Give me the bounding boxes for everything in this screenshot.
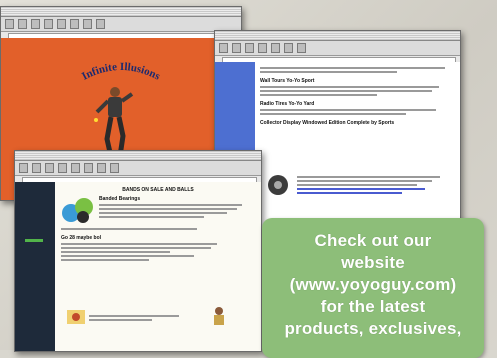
find-button[interactable] xyxy=(297,43,306,53)
stop-button[interactable] xyxy=(110,163,119,173)
article-body: BANDS ON SALE AND BALLS Banded Bearings … xyxy=(55,182,261,351)
section-heading: Banded Bearings xyxy=(99,196,141,202)
home-button[interactable] xyxy=(258,43,267,53)
sidebar-nav-link[interactable] xyxy=(25,239,43,242)
section-heading: Go 28 maybe bol xyxy=(61,235,102,241)
section-heading: Radio Tires Yo-Yo Yard xyxy=(260,101,315,107)
browser-toolbar xyxy=(15,161,261,176)
callout-line: products, exclusives, xyxy=(284,319,462,338)
back-button[interactable] xyxy=(5,19,14,29)
forward-button[interactable] xyxy=(32,163,41,173)
callout-line: (www.yoyoguy.com) xyxy=(289,275,457,294)
print-button[interactable] xyxy=(284,43,293,53)
page-heading: BANDS ON SALE AND BALLS xyxy=(122,187,194,193)
window-titlebar[interactable] xyxy=(1,7,241,17)
person-figure-photo xyxy=(214,307,224,325)
home-button[interactable] xyxy=(44,19,53,29)
reload-button[interactable] xyxy=(45,163,54,173)
website-callout-box: Check out our website (www.yoyoguy.com) … xyxy=(262,218,484,358)
section-heading: Collector Display Windowed Edition Compl… xyxy=(260,120,395,126)
callout-line: for the latest xyxy=(320,297,426,316)
svg-text:Infinite Illusions: Infinite Illusions xyxy=(80,61,163,83)
reload-button[interactable] xyxy=(31,19,40,29)
images-button[interactable] xyxy=(57,19,66,29)
forward-button[interactable] xyxy=(18,19,27,29)
logo-text: Infinite Illusions xyxy=(80,61,163,83)
window-titlebar[interactable] xyxy=(215,31,460,41)
browser-window-bands-sale[interactable]: BANDS ON SALE AND BALLS Banded Bearings … xyxy=(14,150,262,352)
stop-button[interactable] xyxy=(96,19,105,29)
yoyo-product-photo xyxy=(268,175,288,195)
images-button[interactable] xyxy=(71,163,80,173)
home-button[interactable] xyxy=(58,163,67,173)
page-content: BANDS ON SALE AND BALLS Banded Bearings … xyxy=(15,182,261,351)
browser-toolbar xyxy=(215,41,460,56)
callout-line: Check out our xyxy=(314,231,432,250)
window-titlebar[interactable] xyxy=(15,151,261,161)
browser-toolbar xyxy=(1,17,241,32)
print-button[interactable] xyxy=(84,163,93,173)
back-button[interactable] xyxy=(219,43,228,53)
security-button[interactable] xyxy=(97,163,106,173)
back-button[interactable] xyxy=(19,163,28,173)
images-button[interactable] xyxy=(271,43,280,53)
product-thumbnail xyxy=(67,310,85,324)
section-heading: Wall Tours Yo-Yo Sport xyxy=(260,78,315,84)
callout-text: Check out our website (www.yoyoguy.com) … xyxy=(262,230,484,340)
forward-button[interactable] xyxy=(232,43,241,53)
find-button[interactable] xyxy=(83,19,92,29)
article-body: Wall Tours Yo-Yo Sport Radio Tires Yo-Yo… xyxy=(255,62,460,236)
callout-line: website xyxy=(341,253,405,272)
dark-sidebar xyxy=(15,182,55,351)
yoyo-balls-photo xyxy=(62,198,93,223)
reload-button[interactable] xyxy=(245,43,254,53)
print-button[interactable] xyxy=(70,19,79,29)
